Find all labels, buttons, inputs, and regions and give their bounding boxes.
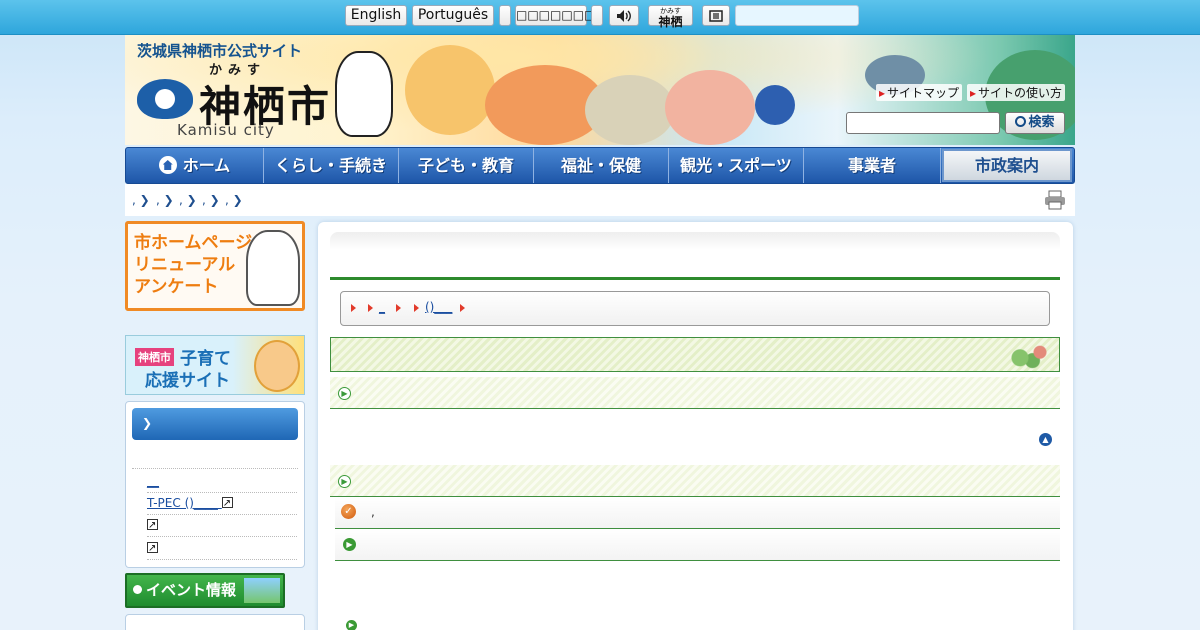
top-utility-bar: English Português □□□□□□□ かみす 神栖 (0, 0, 1200, 35)
site-subtitle: 茨城県神栖市公式サイト (137, 42, 303, 60)
nav-business[interactable]: 事業者 (804, 148, 941, 183)
survey-banner-text: 市ホームページ リニューアル アンケート (134, 232, 252, 298)
header-decoration (405, 45, 495, 135)
breadcrumb-item[interactable]: , ❯ (202, 193, 220, 207)
nav-city-info[interactable]: 市政案内 (942, 149, 1072, 182)
main-content: _ ()___ ▶ ▲ ▶ ✓ , ▶ ▶ (318, 222, 1073, 630)
external-link-icon (147, 539, 158, 559)
event-info-banner[interactable]: イベント情報 (125, 573, 285, 608)
event-banner-label: イベント情報 (146, 581, 237, 599)
survey-line-2: リニューアル (134, 255, 236, 275)
nav-home[interactable]: ホーム (126, 148, 264, 183)
related-link-external[interactable] (147, 515, 297, 537)
city-emblem-icon (137, 79, 193, 119)
lang-english-button[interactable]: English (345, 5, 407, 26)
sidebar-box (125, 614, 305, 630)
child-illustration (254, 340, 300, 392)
city-name-english: Kamisu city (177, 121, 275, 139)
breadcrumb: , ❯ , ❯ , ❯ , ❯ , ❯ (125, 184, 1075, 216)
section-heading (330, 337, 1060, 372)
search-button[interactable]: 検索 (1005, 112, 1065, 134)
arrow-right-icon: ▶ (346, 620, 357, 630)
nav-living[interactable]: くらし・手続き (264, 148, 399, 183)
divider (132, 468, 298, 469)
external-link-icon (147, 516, 158, 536)
notice-row: ✓ , (335, 497, 1060, 529)
site-search-input[interactable] (846, 112, 1000, 134)
subsection-heading: ▶ (330, 377, 1060, 409)
triangle-icon (351, 304, 356, 312)
arrow-right-icon: ▶ (343, 538, 356, 551)
magnifier-icon (1015, 116, 1027, 127)
breadcrumb-item[interactable]: , ❯ (132, 193, 150, 207)
renewal-survey-banner[interactable]: 市ホームページ リニューアル アンケート (125, 221, 305, 311)
related-links-box: ❯ __ T-PEC ()____ (125, 401, 305, 568)
leaf-decoration-icon (1005, 341, 1055, 369)
page-top-icon[interactable]: ▲ (1039, 433, 1052, 446)
kids-banner-tag: 神栖市 (135, 348, 174, 366)
circle-arrow-icon: ▶ (338, 387, 351, 400)
breadcrumb-item[interactable]: , ❯ (179, 193, 197, 207)
page-title (330, 232, 1060, 280)
lang-blank2-button[interactable] (591, 5, 603, 26)
triangle-icon (368, 304, 373, 312)
notice-text: , (371, 505, 375, 519)
subsection-heading: ▶ (330, 465, 1060, 497)
breadcrumb-item[interactable]: , ❯ (225, 193, 243, 207)
link-row[interactable]: ▶ (335, 529, 1060, 561)
event-photo (244, 578, 280, 603)
content-breadcrumb: _ ()___ (340, 291, 1050, 326)
header-decoration (755, 85, 795, 125)
header-decoration (665, 70, 755, 145)
survey-line-1: 市ホームページ (134, 233, 253, 253)
mascot-illustration (335, 51, 393, 137)
related-link-external[interactable] (147, 538, 297, 560)
nav-tourism[interactable]: 観光・スポーツ (669, 148, 804, 183)
global-nav: ホーム くらし・手続き 子ども・教育 福祉・保健 観光・スポーツ 事業者 市政案… (125, 147, 1075, 184)
search-button-label: 検索 (1028, 115, 1055, 130)
triangle-icon (396, 304, 401, 312)
sitemap-link[interactable]: サイトマップ (876, 84, 963, 101)
external-link-icon (221, 494, 233, 514)
triangle-icon (414, 304, 419, 312)
document-icon[interactable] (702, 5, 730, 26)
childcare-support-banner[interactable]: 神栖市 子育て 応援サイト (125, 335, 305, 395)
header-decoration (585, 75, 675, 145)
related-link-external[interactable]: T-PEC ()____ (147, 493, 297, 515)
triangle-icon (460, 304, 465, 312)
print-icon[interactable] (1044, 190, 1066, 210)
check-icon: ✓ (341, 504, 356, 519)
kids-banner-line-2: 応援サイト (145, 371, 230, 391)
site-header: 茨城県神栖市公式サイト かみす 神栖市 Kamisu city サイトマップ サ… (125, 35, 1075, 145)
lang-blank-button[interactable] (499, 5, 511, 26)
circle-arrow-icon: ▶ (338, 475, 351, 488)
top-search-input[interactable] (735, 5, 859, 26)
speaker-icon[interactable] (609, 5, 639, 26)
mascot-illustration (246, 230, 300, 306)
survey-line-3: アンケート (134, 277, 219, 297)
home-icon (158, 156, 177, 174)
breadcrumb-item[interactable]: , ❯ (156, 193, 174, 207)
furigana-label: 神栖 (658, 15, 683, 29)
nav-home-label: ホーム (182, 156, 231, 175)
nav-welfare[interactable]: 福祉・保健 (534, 148, 669, 183)
content-breadcrumb-link[interactable]: _ (379, 300, 385, 314)
content-breadcrumb-link[interactable]: ()___ (425, 300, 452, 314)
nav-children[interactable]: 子ども・教育 (399, 148, 534, 183)
related-links-heading: ❯ (132, 408, 298, 440)
bullet-icon (133, 585, 142, 594)
lang-portuguese-button[interactable]: Português (412, 5, 494, 26)
lang-other-button[interactable]: □□□□□□□ (515, 5, 595, 26)
related-link[interactable]: __ (147, 471, 297, 493)
site-usage-link[interactable]: サイトの使い方 (967, 84, 1066, 101)
furigana-button[interactable]: かみす 神栖 (648, 5, 693, 29)
